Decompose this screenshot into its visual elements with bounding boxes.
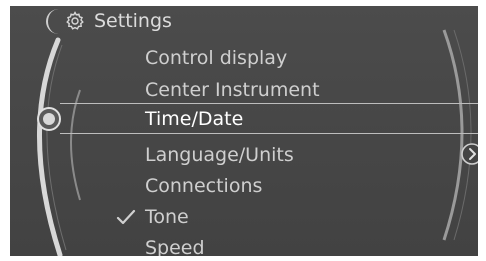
checkmark-icon [116,209,136,225]
frame-top [0,0,486,6]
frame-bottom [0,256,486,261]
idrive-settings-screen: Settings Control display Center Instrume… [0,0,486,261]
menu-item-time-date[interactable]: Time/Date [145,106,243,132]
frame-right [478,0,486,261]
menu-item-tone[interactable]: Tone [145,204,189,230]
selection-bottom-line [60,133,484,134]
menu-item-connections[interactable]: Connections [145,173,262,199]
page-title: Settings [94,10,172,32]
gear-icon [66,11,84,30]
selection-top-line [60,103,484,104]
selector-knob-icon[interactable] [36,106,62,132]
menu-item-language-units[interactable]: Language/Units [145,142,294,168]
menu-item-control-display[interactable]: Control display [145,45,287,71]
menu-item-center-instrument[interactable]: Center Instrument [145,77,320,103]
frame-left [0,0,10,261]
